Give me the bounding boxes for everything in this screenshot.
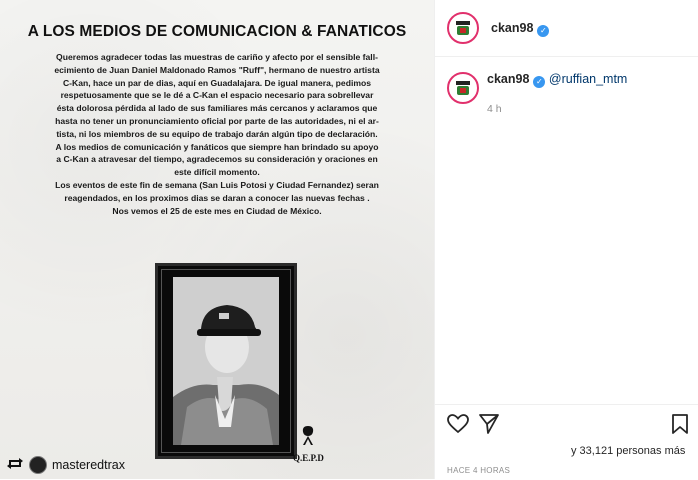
avatar-image: [452, 77, 474, 99]
notice-line: respetuosamente que se le dé a C-Kan el …: [60, 90, 374, 101]
likes-count[interactable]: y 33,121 personas más: [571, 445, 685, 457]
notice-line: C-Kan, hace un par de dias, aquí en Guad…: [62, 77, 372, 88]
save-bookmark-icon[interactable]: [668, 412, 692, 436]
qepd-label: Q.E.P.D: [293, 453, 324, 463]
share-send-icon[interactable]: [477, 412, 501, 436]
notice-line: ésta dolorosa pérdida al lado de sus fam…: [56, 103, 378, 114]
repost-avatar[interactable]: [29, 456, 47, 474]
repost-icon: [6, 456, 24, 475]
comment-text: ckan98 ✓ @ruffian_mtm: [487, 72, 627, 104]
header-username[interactable]: ckan98: [491, 21, 533, 35]
memorial-frame: [155, 263, 297, 459]
notice-title: A LOS MEDIOS DE COMUNICACION & FANATICOS: [27, 23, 407, 40]
notice-line: Queremos agradecer todas las muestras de…: [56, 52, 378, 62]
post-actions: y 33,121 personas más HACE 4 HORAS: [435, 404, 698, 480]
caption-comment: ckan98 ✓ @ruffian_mtm: [447, 72, 627, 104]
mourning-ribbon-icon: [301, 424, 315, 452]
posted-time[interactable]: HACE 4 HORAS: [447, 466, 510, 475]
notice-line: A los medios de comunicación y fanáticos…: [55, 141, 379, 152]
memorial-photo: [173, 277, 279, 445]
avatar-image: [452, 17, 474, 39]
comment-username[interactable]: ckan98: [487, 72, 529, 86]
mention-link[interactable]: @ruffian_mtm: [549, 72, 627, 86]
comment-avatar[interactable]: [447, 72, 479, 104]
post-sidebar: ckan98 ✓ ckan98 ✓ @ruffian_mtm 4 h y 33,…: [434, 0, 698, 479]
notice-line: Nos vemos el 25 de este mes en Ciudad de…: [112, 205, 322, 216]
notice-line: hasta no tener un pronunciamiento oficia…: [55, 115, 379, 126]
avatar[interactable]: [447, 12, 479, 44]
comment-time[interactable]: 4 h: [487, 103, 502, 115]
notice-line: ecimiento de Juan Daniel Maldonado Ramos…: [54, 64, 380, 75]
post-header: ckan98 ✓: [435, 0, 698, 57]
notice-body: Queremos agradecer todas las muestras de…: [28, 51, 406, 217]
repost-username[interactable]: masteredtrax: [52, 458, 125, 472]
notice-line: a C-Kan a atravesar del tiempo, agradece…: [56, 154, 378, 165]
notice-line: Los eventos de este fin de semana (San L…: [55, 179, 379, 190]
post-image[interactable]: A LOS MEDIOS DE COMUNICACION & FANATICOS…: [0, 0, 434, 479]
verified-badge-icon: ✓: [537, 25, 550, 37]
notice-line: tista, ni los miembros de su equipo de t…: [56, 128, 378, 139]
like-heart-icon[interactable]: [446, 412, 470, 436]
notice-line: este difícil momento.: [174, 167, 260, 178]
repost-credit[interactable]: masteredtrax: [6, 455, 125, 475]
notice-line: reagendados, en los proximos dias se dar…: [64, 192, 370, 203]
verified-badge-icon: ✓: [533, 76, 546, 88]
